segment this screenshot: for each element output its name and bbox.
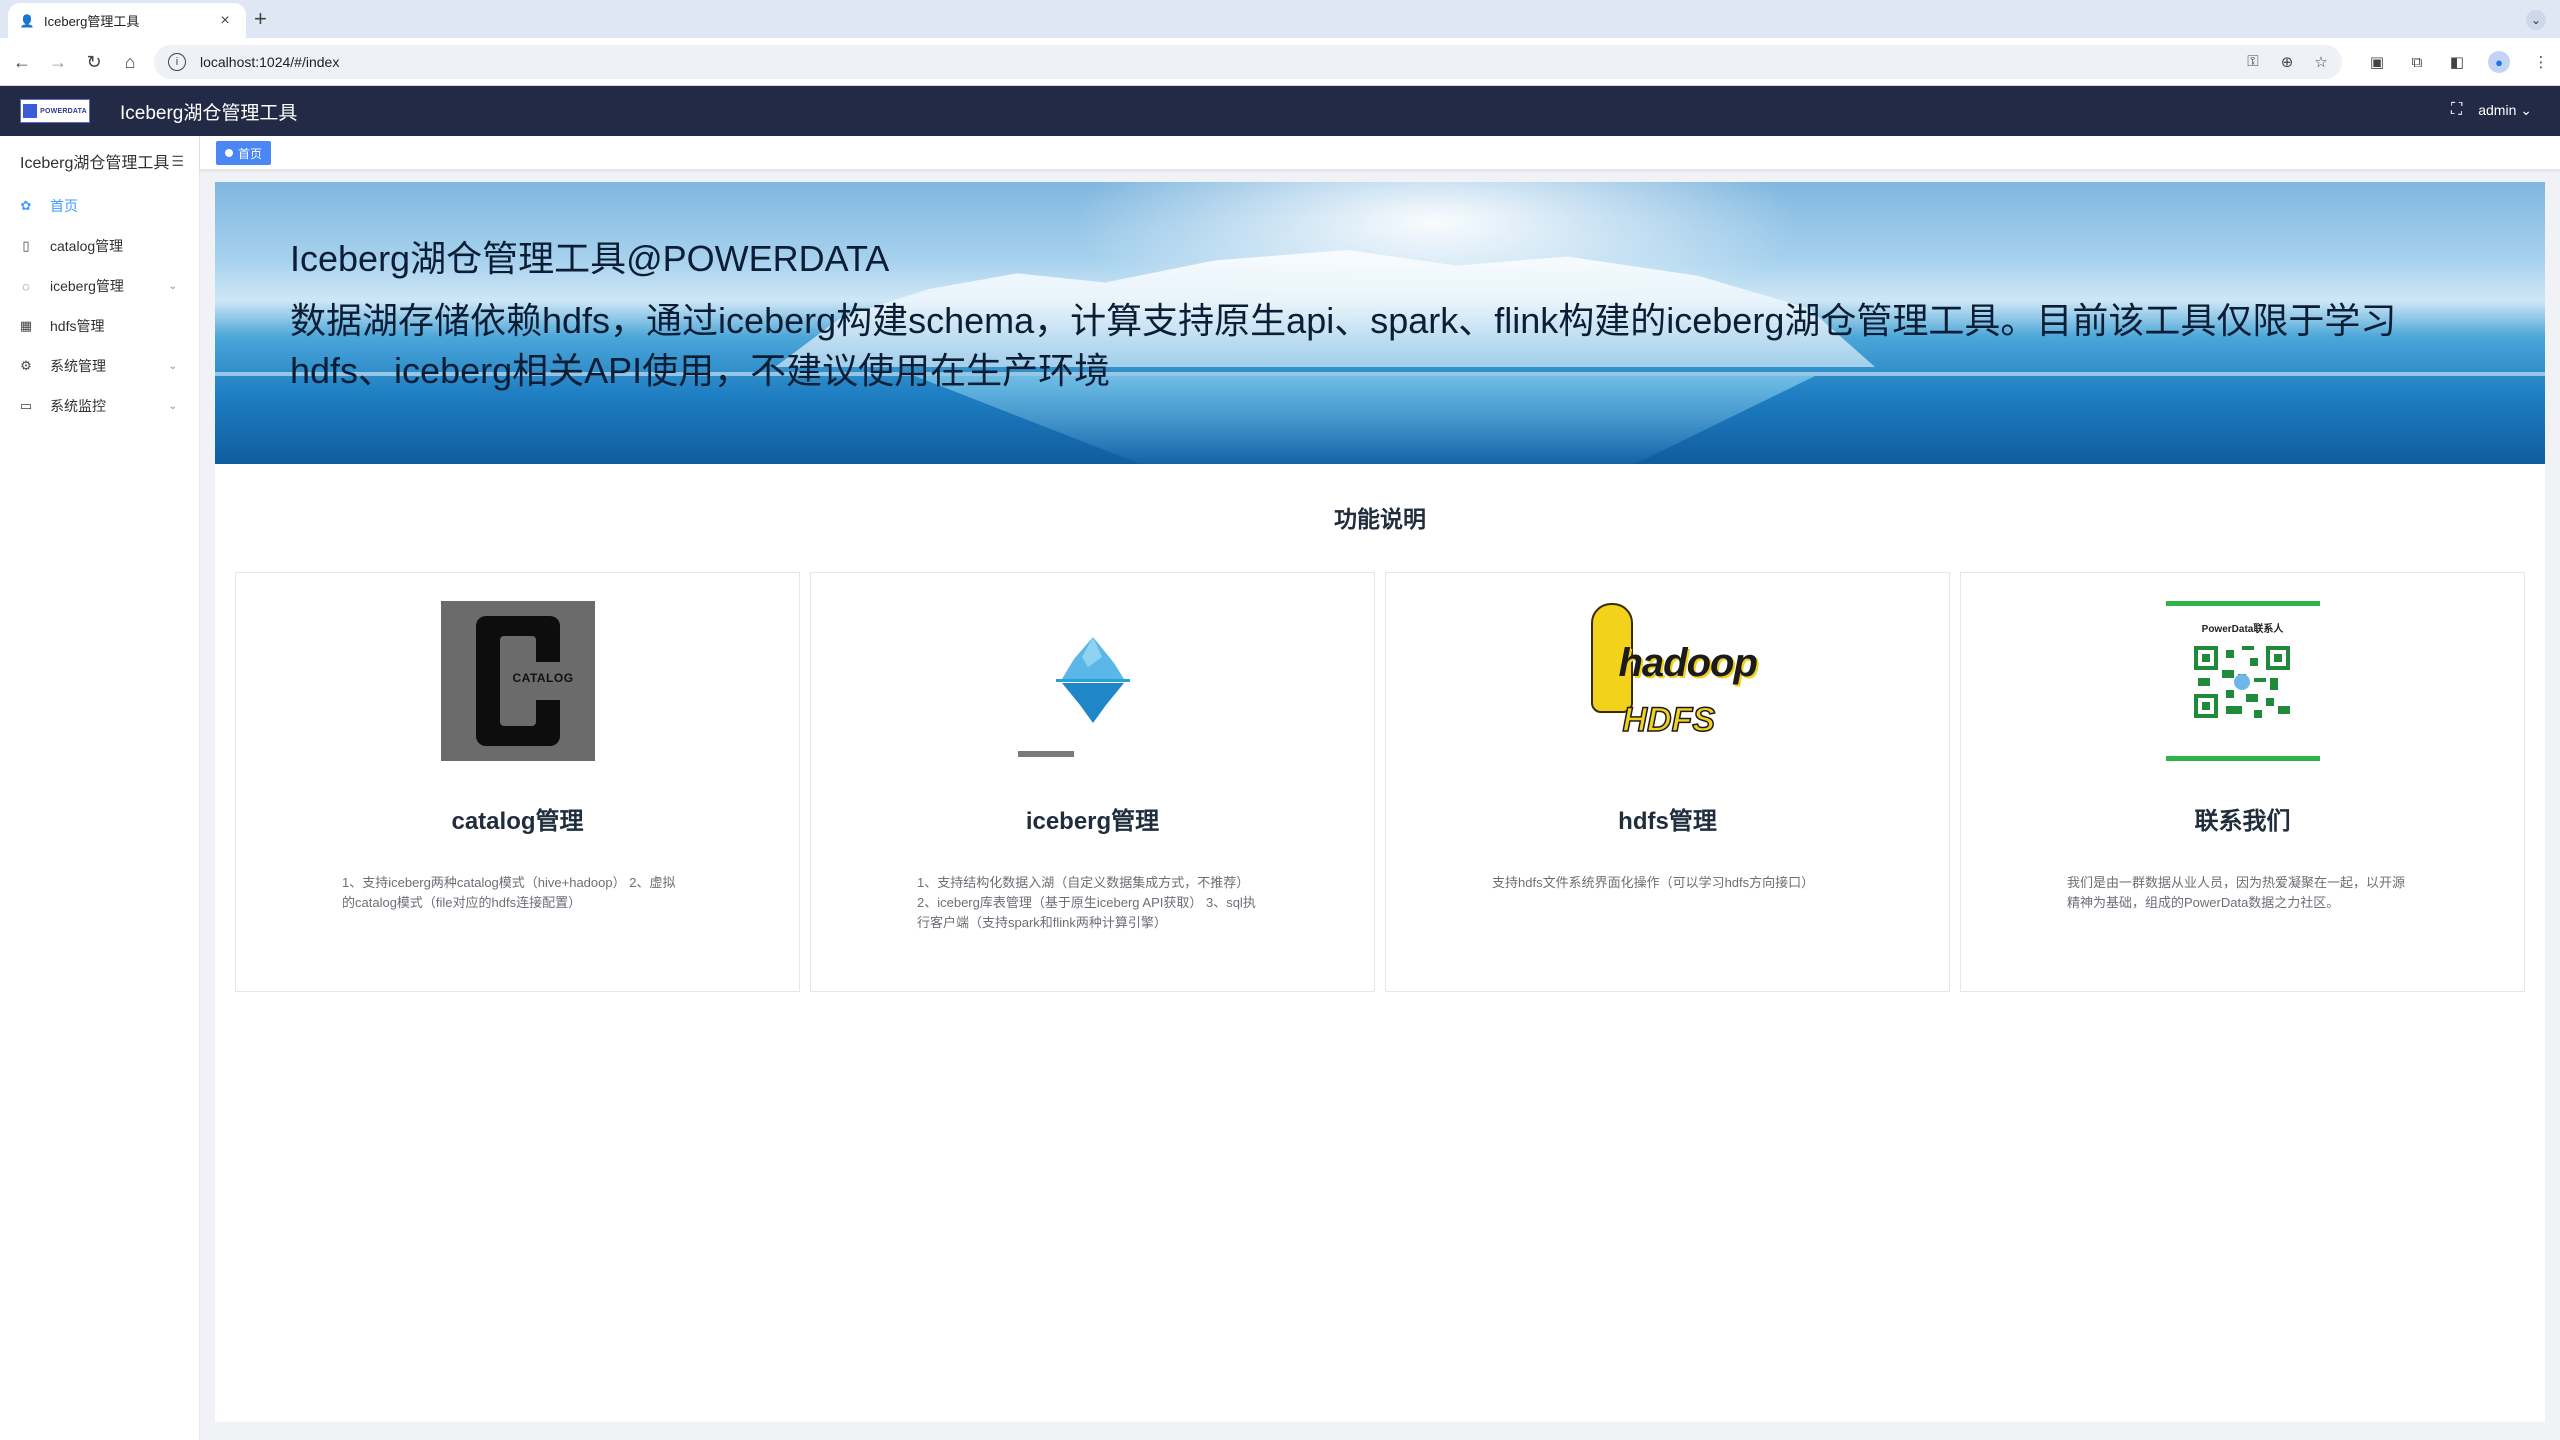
puzzle-extensions-icon[interactable]: ⧉ <box>2408 54 2426 71</box>
address-bar[interactable]: i localhost:1024/#/index ⚿ ⊕ ☆ <box>154 45 2342 79</box>
catalog-logo: CATALOG <box>440 601 595 761</box>
sidebar-item-iceberg[interactable]: ◌ iceberg管理 ⌄ <box>0 266 199 306</box>
logo-text: POWERDATA <box>40 107 87 115</box>
bookmark-star-icon[interactable]: ☆ <box>2312 53 2330 71</box>
sidebar-item-label: hdfs管理 <box>50 318 105 334</box>
sidebar-item-home[interactable]: ✿ 首页 <box>0 186 199 226</box>
sidebar-item-label: catalog管理 <box>50 238 124 254</box>
card-description: 我们是由一群数据从业人员，因为热爱凝聚在一起，以开源精神为基础，组成的Power… <box>2067 875 2406 910</box>
browser-tab[interactable]: 👤 Iceberg管理工具 × <box>8 3 246 38</box>
browser-menu-icon[interactable]: ⋮ <box>2532 53 2550 71</box>
main-content: Iceberg湖仓管理工具@POWERDATA 数据湖存储依赖hdfs，通过ic… <box>215 182 2545 1422</box>
iceberg-logo-icon <box>1017 637 1130 757</box>
dashboard-icon: ✿ <box>20 198 32 213</box>
qr-caption: PowerData联系人 <box>2201 624 2284 635</box>
sidebar-title: Iceberg湖仓管理工具 ☰ <box>0 136 199 186</box>
section-title: 功能说明 <box>1334 506 1426 532</box>
chevron-down-icon: ⌄ <box>168 400 177 412</box>
qr-code-icon <box>2193 646 2290 718</box>
zoom-icon[interactable]: ⊕ <box>2278 53 2296 71</box>
hdfs-icon: ▦ <box>19 318 33 333</box>
forward-icon[interactable]: → <box>48 52 68 72</box>
browser-toolbar: ← → ↻ ⌂ i localhost:1024/#/index ⚿ ⊕ ☆ ▣… <box>0 38 2560 86</box>
card-title: catalog管理 <box>451 808 584 835</box>
card-description: 支持hdfs文件系统界面化操作（可以学习hdfs方向接口） <box>1492 875 1815 890</box>
card-title: iceberg管理 <box>1025 808 1160 835</box>
card-description: 1、支持iceberg两种catalog模式（hive+hadoop） 2、虚拟… <box>342 875 676 910</box>
browser-tab-strip: 👤 Iceberg管理工具 × + ⌄ <box>0 0 2560 38</box>
card-title: 联系我们 <box>2194 808 2291 835</box>
sidebar-item-hdfs[interactable]: ▦ hdfs管理 <box>0 306 199 346</box>
app-header: POWERDATA Iceberg湖仓管理工具 ⛶ admin ⌄ <box>0 86 2560 136</box>
card-iceberg[interactable]: iceberg管理 1、支持结构化数据入湖（自定义数据集成方式，不推荐） 2、i… <box>810 572 1375 992</box>
tag-home[interactable]: 首页 <box>216 141 272 165</box>
sidebar-title-text: Iceberg湖仓管理工具 <box>20 155 170 172</box>
logo-mark-icon <box>23 104 38 118</box>
sidebar-item-monitor[interactable]: ▭ 系统监控 ⌄ <box>0 386 199 426</box>
contact-qr-image: PowerData联系人 <box>2165 601 2320 761</box>
site-info-icon[interactable]: i <box>168 53 186 71</box>
sidebar-item-label: 系统监控 <box>50 398 106 414</box>
sidebar-item-label: 系统管理 <box>50 358 106 374</box>
hadoop-logo-text: hadoop <box>1618 641 1758 685</box>
hdfs-logo: hadoop HDFS <box>1590 601 1758 761</box>
tag-active-dot <box>225 149 233 157</box>
tab-search-button[interactable]: ⌄ <box>2526 10 2546 30</box>
url-text: localhost:1024/#/index <box>200 54 340 70</box>
sidebar-item-catalog[interactable]: ▯ catalog管理 <box>0 226 199 266</box>
feature-cards: CATALOG catalog管理 1、支持iceberg两种catalog模式… <box>235 572 2525 992</box>
fullscreen-icon[interactable]: ⛶ <box>2451 101 2462 119</box>
browser-right-tools: ▣ ⧉ ◧ ● ⋮ <box>2368 51 2550 73</box>
reload-icon[interactable]: ↻ <box>84 52 104 72</box>
sidebar: Iceberg湖仓管理工具 ☰ ✿ 首页 ▯ catalog管理 ◌ icebe… <box>0 136 200 1440</box>
chevron-down-icon: ⌄ <box>168 360 177 372</box>
profile-avatar-icon[interactable]: ● <box>2488 51 2510 73</box>
favicon-icon: 👤 <box>19 13 35 28</box>
powerdata-logo: POWERDATA <box>20 99 90 123</box>
omnibox-actions: ⚿ ⊕ ☆ <box>2244 53 2330 71</box>
new-tab-button[interactable]: + <box>254 8 267 30</box>
back-icon[interactable]: ← <box>12 52 32 72</box>
password-key-icon[interactable]: ⚿ <box>2244 53 2262 71</box>
chevron-down-icon: ⌄ <box>168 280 177 292</box>
card-description: 1、支持结构化数据入湖（自定义数据集成方式，不推荐） 2、iceberg库表管理… <box>917 875 1256 930</box>
chevron-down-icon: ⌄ <box>2520 101 2532 118</box>
monitor-icon: ▭ <box>19 398 33 413</box>
tags-view: 首页 <box>200 136 2560 170</box>
banner-title: Iceberg湖仓管理工具@POWERDATA <box>290 238 890 279</box>
extension-icon[interactable]: ▣ <box>2368 53 2386 71</box>
user-name: admin <box>2478 101 2517 118</box>
header-right: ⛶ admin ⌄ <box>2451 101 2532 119</box>
user-menu[interactable]: admin ⌄ <box>2478 102 2532 119</box>
sidebar-item-label: iceberg管理 <box>50 278 124 294</box>
tag-label: 首页 <box>238 146 263 161</box>
tab-title: Iceberg管理工具 <box>44 14 140 29</box>
catalog-logo-text: CATALOG <box>512 671 574 685</box>
gear-icon: ⚙ <box>20 358 32 373</box>
card-contact[interactable]: PowerData联系人 联系我们 我们是由一群数据从业人员，因为热爱凝聚在一起… <box>1960 572 2525 992</box>
banner-description: 数据湖存储依赖hdfs，通过iceberg构建schema，计算支持原生api、… <box>290 300 2397 391</box>
document-icon: ▯ <box>22 238 30 253</box>
sidebar-item-label: 首页 <box>50 198 78 214</box>
collapse-menu-icon[interactable]: ☰ <box>171 153 184 170</box>
card-catalog[interactable]: CATALOG catalog管理 1、支持iceberg两种catalog模式… <box>235 572 800 992</box>
card-title: hdfs管理 <box>1618 808 1717 835</box>
side-panel-icon[interactable]: ◧ <box>2448 53 2466 71</box>
app-title: Iceberg湖仓管理工具 <box>120 102 298 124</box>
home-icon[interactable]: ⌂ <box>120 52 140 72</box>
iceberg-logo <box>1016 601 1170 761</box>
card-hdfs[interactable]: hadoop HDFS hdfs管理 支持hdfs文件系统界面化操作（可以学习h… <box>1385 572 1950 992</box>
hdfs-logo-text: HDFS <box>1622 700 1716 740</box>
iceberg-icon: ◌ <box>22 278 30 294</box>
tab-close-icon[interactable]: × <box>216 12 234 30</box>
sidebar-item-system[interactable]: ⚙ 系统管理 ⌄ <box>0 346 199 386</box>
banner: Iceberg湖仓管理工具@POWERDATA 数据湖存储依赖hdfs，通过ic… <box>215 182 2545 464</box>
